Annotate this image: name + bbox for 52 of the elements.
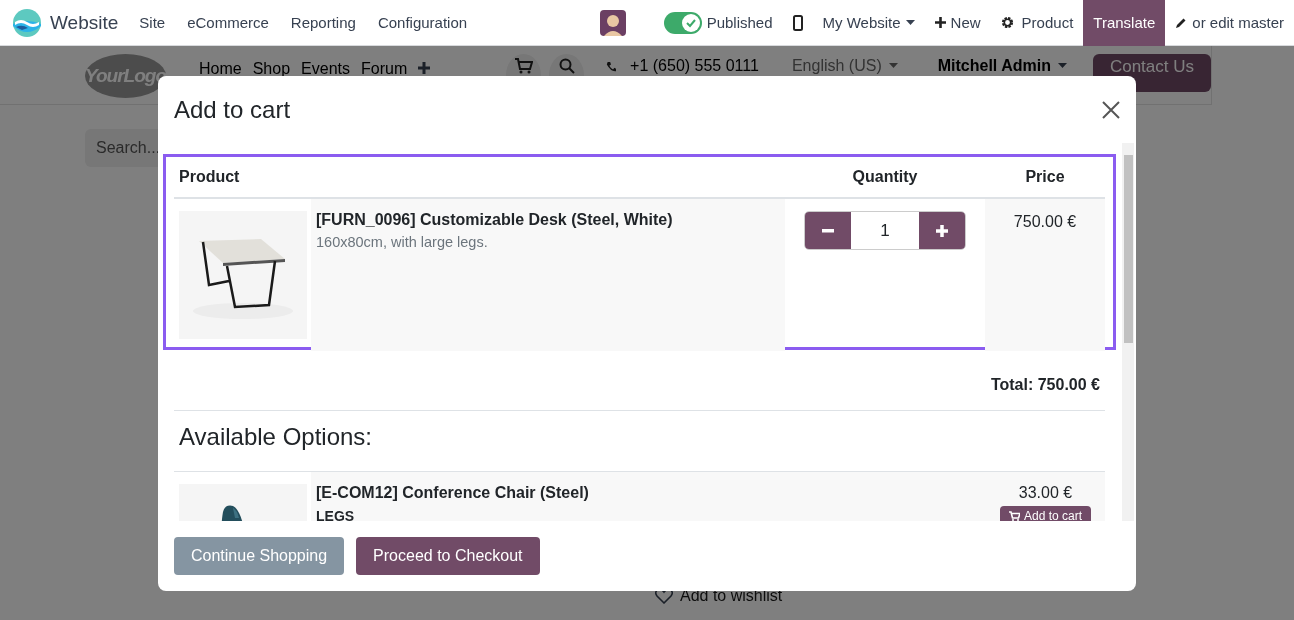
website-dropdown[interactable]: My Website (812, 0, 925, 46)
nav-link[interactable]: Events (301, 60, 350, 78)
menu-item[interactable]: Configuration (366, 14, 479, 31)
column-header: Price (1024, 168, 1066, 186)
app-name: Website (50, 11, 119, 34)
plus-icon[interactable] (418, 61, 431, 74)
gear-icon (1000, 16, 1014, 29)
translate-button[interactable]: Translate (1083, 0, 1166, 46)
close-icon[interactable] (1102, 100, 1120, 119)
product-price: 750.00 € (1013, 213, 1077, 230)
plus-button[interactable] (919, 212, 965, 249)
edit-master-button[interactable]: or edit master (1165, 0, 1294, 46)
caret-icon (905, 19, 915, 26)
column-header: Product (178, 168, 241, 186)
cart-icon (514, 58, 533, 74)
published-toggle[interactable]: Published (653, 0, 783, 46)
minus-icon (822, 228, 834, 233)
option-name: [E-COM12] Conference Chair (Steel) (316, 484, 589, 502)
dialog-title: Add to cart (174, 95, 291, 124)
caret-icon (888, 63, 898, 69)
plus-icon (936, 224, 948, 237)
scrollbar[interactable] (1122, 143, 1134, 521)
product-name: [FURN_0096] Customizable Desk (Steel, White) (316, 211, 674, 229)
minus-button[interactable] (805, 212, 851, 249)
phone-icon (606, 60, 617, 74)
column-header: Quantity (851, 168, 919, 186)
plus-icon (934, 17, 946, 28)
search-icon (558, 58, 575, 74)
nav-link[interactable]: Home (199, 60, 242, 78)
cart-icon (1008, 511, 1020, 521)
avatar-icon[interactable] (599, 9, 626, 36)
pencil-icon (1175, 16, 1188, 29)
nav-link[interactable]: Forum (361, 60, 408, 78)
app-logo-icon (12, 7, 42, 38)
phone-number: +1 (650) 555 0111 (630, 57, 759, 75)
heart-icon (655, 588, 673, 604)
user-dropdown[interactable]: Mitchell Admin (937, 57, 1067, 75)
checkout-button[interactable]: Proceed to Checkout (356, 537, 540, 575)
product-button[interactable]: Product (990, 0, 1084, 46)
mobile-icon[interactable] (792, 14, 803, 31)
quantity-stepper[interactable]: 1 (804, 211, 966, 250)
option-price: 33.00 € (1018, 484, 1073, 502)
add-to-cart-button[interactable]: Add to cart (999, 506, 1091, 521)
nav-link[interactable]: Shop (252, 60, 291, 78)
product-description: 160x80cm, with large legs. (316, 234, 489, 250)
menu-item[interactable]: Site (128, 14, 177, 31)
attribute-label: LEGS (316, 508, 356, 521)
cart-total: Total: 750.00 € (174, 358, 1105, 411)
menu-item[interactable]: Reporting (279, 14, 367, 31)
menu-item[interactable]: eCommerce (176, 14, 280, 31)
caret-icon (1057, 63, 1067, 69)
new-button[interactable]: New (924, 0, 991, 46)
